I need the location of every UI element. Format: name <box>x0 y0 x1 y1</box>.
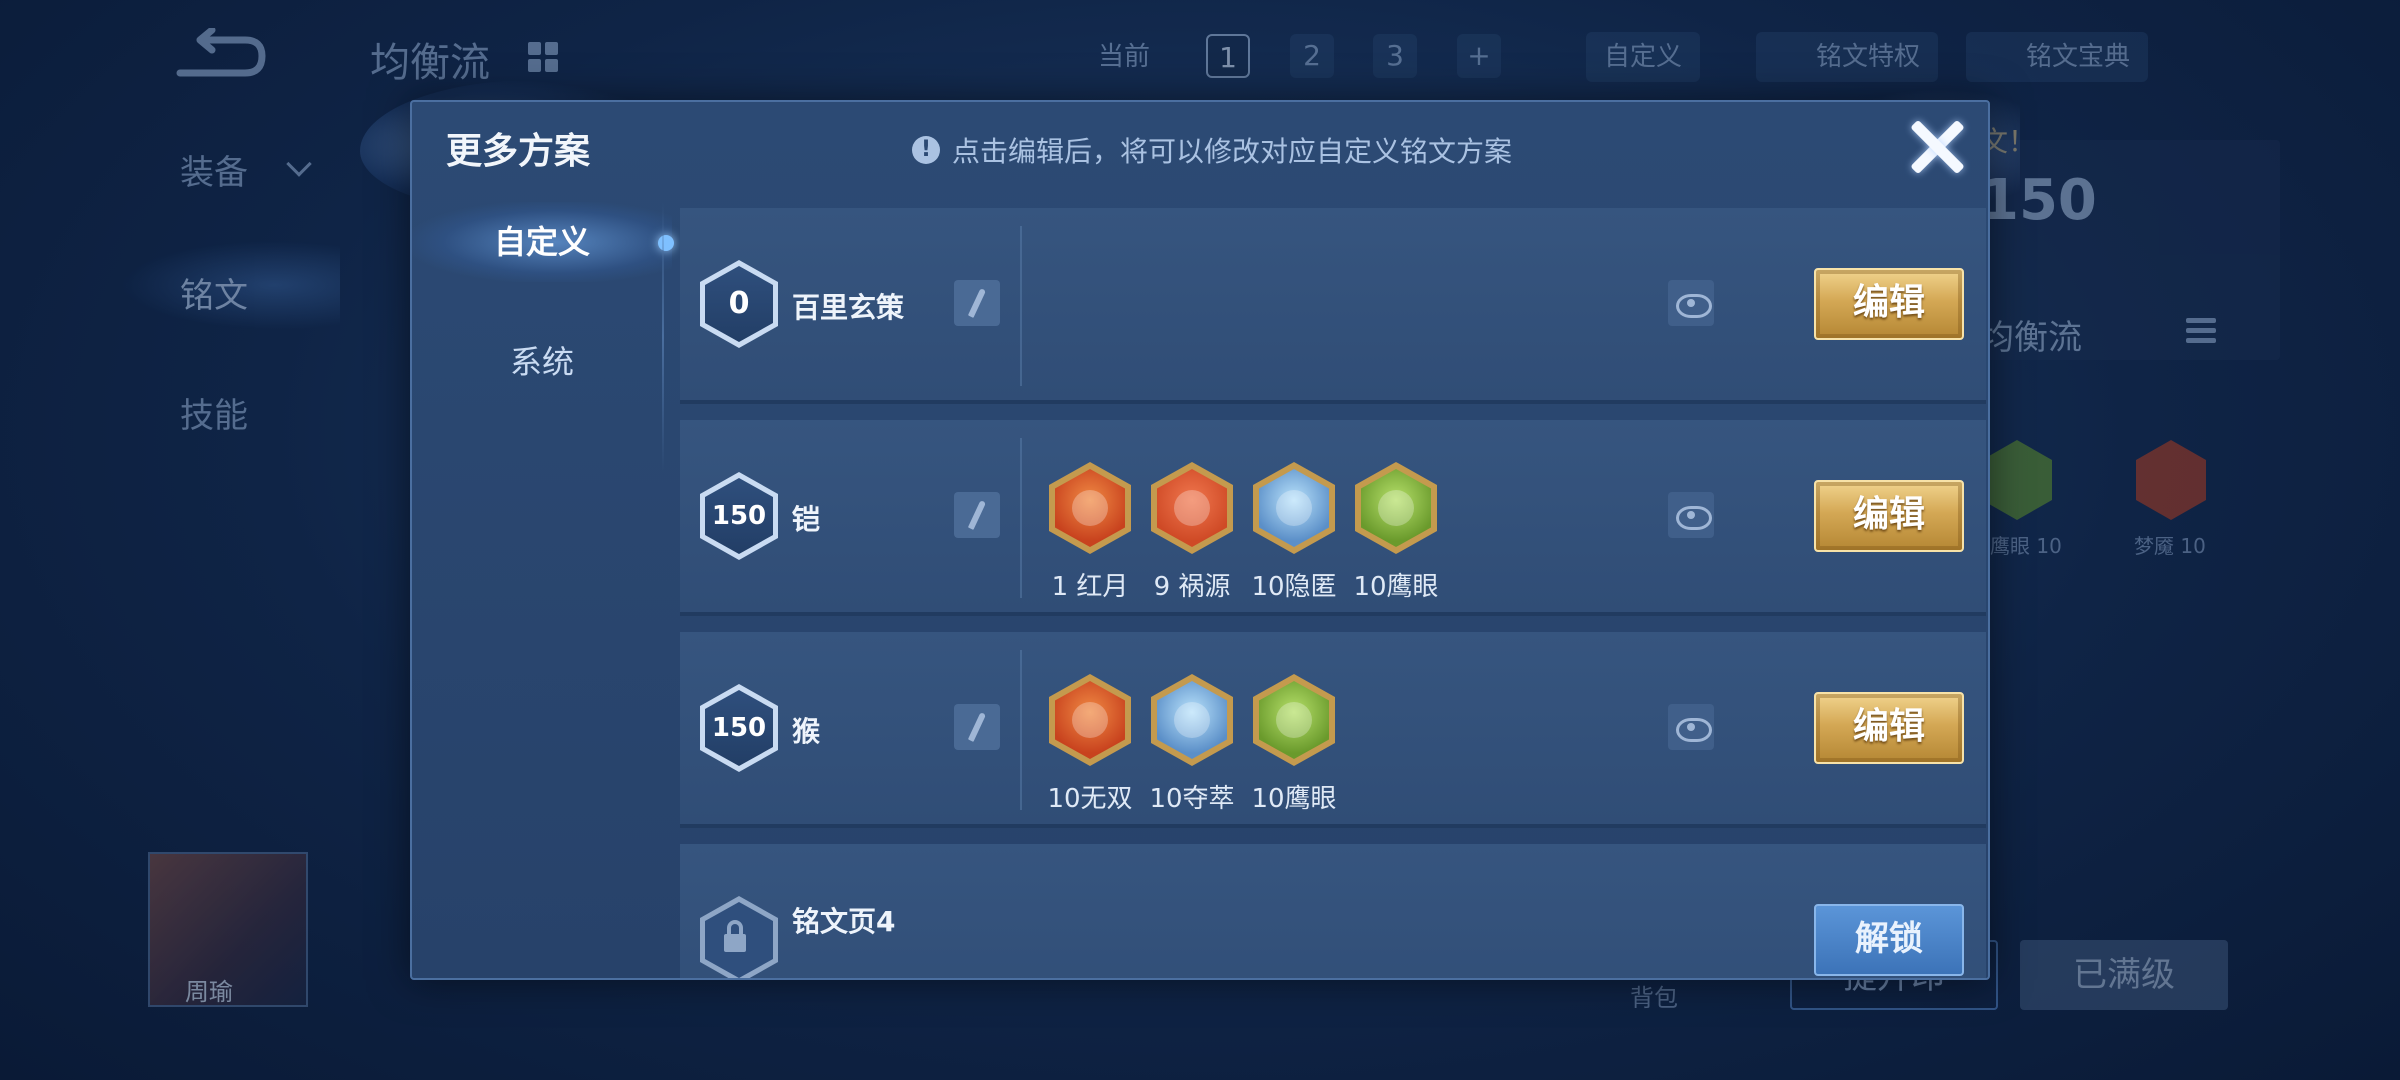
scheme-name: 猴 <box>792 715 821 748</box>
tab-custom[interactable]: 自定义 <box>412 202 674 282</box>
nav-skills[interactable]: 技能 <box>180 388 248 437</box>
back-arrow-icon[interactable] <box>170 28 270 88</box>
page-3-button[interactable]: 3 <box>1373 34 1417 78</box>
scheme-level: 150 <box>705 690 773 766</box>
scheme-name: 均衡流 <box>1980 318 2082 358</box>
gem-item[interactable]: 10隐匿 <box>1244 462 1344 603</box>
row-divider <box>1020 438 1022 598</box>
gem-label: 9 祸源 <box>1153 572 1231 602</box>
tab-system[interactable]: 系统 <box>412 322 672 402</box>
level-hex-icon: 150 <box>700 684 778 772</box>
preview-eye-icon[interactable] <box>1668 492 1714 538</box>
scheme-level: 0 <box>705 266 773 342</box>
gem-label: 1 红月 <box>1051 572 1129 602</box>
scheme-name: 百里玄策 <box>792 291 905 324</box>
edit-button[interactable]: 编辑 <box>1814 480 1964 552</box>
rename-pen-icon[interactable] <box>954 280 1000 326</box>
rename-pen-icon[interactable] <box>954 704 1000 750</box>
bag-label: 背包 <box>1630 984 1678 1012</box>
scheme-row: 150 铠 1 红月 9 祸源 10隐匿 10鹰眼 编辑 <box>680 420 1986 616</box>
gem-label: 10夺萃 <box>1149 784 1235 814</box>
green-hawkeye-icon <box>1355 462 1437 554</box>
current-label: 当前 <box>1098 42 1151 72</box>
tab-label: 系统 <box>509 343 574 381</box>
maxed-button: 已满级 <box>2020 940 2228 1010</box>
page-1-button[interactable]: 1 <box>1206 34 1250 78</box>
nightmare-gem-icon <box>2136 440 2206 520</box>
close-button[interactable] <box>1902 112 1972 182</box>
chevron-down-icon <box>286 151 312 177</box>
tab-label: 自定义 <box>493 223 590 261</box>
scheme-row: 0 百里玄策 编辑 <box>680 208 1986 404</box>
red-calamity-icon <box>1151 462 1233 554</box>
edit-button[interactable]: 编辑 <box>1814 268 1964 340</box>
green-hawkeye-icon <box>1253 674 1335 766</box>
custom-button[interactable]: 自定义 <box>1586 32 1701 82</box>
scheme-row: 150 猴 10无双 10夺萃 10鹰眼 编辑 <box>680 632 1986 828</box>
more-schemes-dialog: 更多方案 ! 点击编辑后，将可以修改对应自定义铭文方案 自定义 系统 0 百里玄… <box>410 100 1990 980</box>
sidebar-divider <box>662 202 664 472</box>
dialog-hint: ! 点击编辑后，将可以修改对应自定义铭文方案 <box>912 130 1512 170</box>
scheme-level: 150 <box>705 478 773 554</box>
red-moon-icon <box>1049 462 1131 554</box>
gem-label: 10无双 <box>1047 784 1133 814</box>
nav-equipment[interactable]: 装备 <box>180 145 248 194</box>
gem-label: 梦魇 10 <box>2134 534 2206 558</box>
gem-item[interactable]: 10夺萃 <box>1142 674 1242 815</box>
codex-button[interactable]: 铭文宝典 <box>1966 32 2149 82</box>
preview-eye-icon[interactable] <box>1668 280 1714 326</box>
gem-item[interactable]: 9 祸源 <box>1142 462 1242 603</box>
menu-icon[interactable] <box>2186 318 2216 348</box>
hawkeye-gem-icon <box>1982 440 2052 520</box>
scheme-row-locked: 铭文页4 解锁 <box>680 844 1986 978</box>
scheme-list[interactable]: 0 百里玄策 编辑 150 铠 1 红月 9 祸源 10隐匿 10鹰眼 编辑 1… <box>680 208 1986 978</box>
gem-label: 10鹰眼 <box>1353 572 1439 602</box>
scheme-name: 铭文页4 <box>792 905 896 938</box>
active-indicator <box>658 235 674 251</box>
unlock-button[interactable]: 解锁 <box>1814 904 1964 976</box>
info-icon: ! <box>912 136 940 164</box>
row-divider <box>1020 650 1022 810</box>
level-hex-icon: 150 <box>700 472 778 560</box>
lock-icon <box>700 896 778 978</box>
level-hex-icon: 0 <box>700 260 778 348</box>
scheme-title: 均衡流 <box>370 40 490 86</box>
grid-icon[interactable] <box>528 42 558 72</box>
gem-label: 鹰眼 10 <box>1990 534 2062 558</box>
gem-item[interactable]: 10鹰眼 <box>1346 462 1446 603</box>
gem-label: 10鹰眼 <box>1251 784 1337 814</box>
gem-label: 10隐匿 <box>1251 572 1337 602</box>
hero-name: 周瑜 <box>185 978 233 1006</box>
blue-hide-icon <box>1253 462 1335 554</box>
gem-item[interactable]: 10鹰眼 <box>1244 674 1344 815</box>
nav-inscription[interactable]: 铭文 <box>180 268 248 317</box>
dialog-title: 更多方案 <box>446 131 591 172</box>
gem-item[interactable]: 1 红月 <box>1040 462 1140 603</box>
row-divider <box>1020 226 1022 386</box>
privilege-button[interactable]: 铭文特权 <box>1756 32 1939 82</box>
add-page-button[interactable]: + <box>1457 34 1501 78</box>
scheme-name: 铠 <box>792 503 821 536</box>
blue-plunder-icon <box>1151 674 1233 766</box>
page-2-button[interactable]: 2 <box>1290 34 1334 78</box>
edit-button[interactable]: 编辑 <box>1814 692 1964 764</box>
red-unrivaled-icon <box>1049 674 1131 766</box>
hint-text: 点击编辑后，将可以修改对应自定义铭文方案 <box>952 135 1513 168</box>
dialog-sidebar: 自定义 系统 <box>412 202 674 972</box>
rename-pen-icon[interactable] <box>954 492 1000 538</box>
preview-eye-icon[interactable] <box>1668 704 1714 750</box>
gem-item[interactable]: 10无双 <box>1040 674 1140 815</box>
